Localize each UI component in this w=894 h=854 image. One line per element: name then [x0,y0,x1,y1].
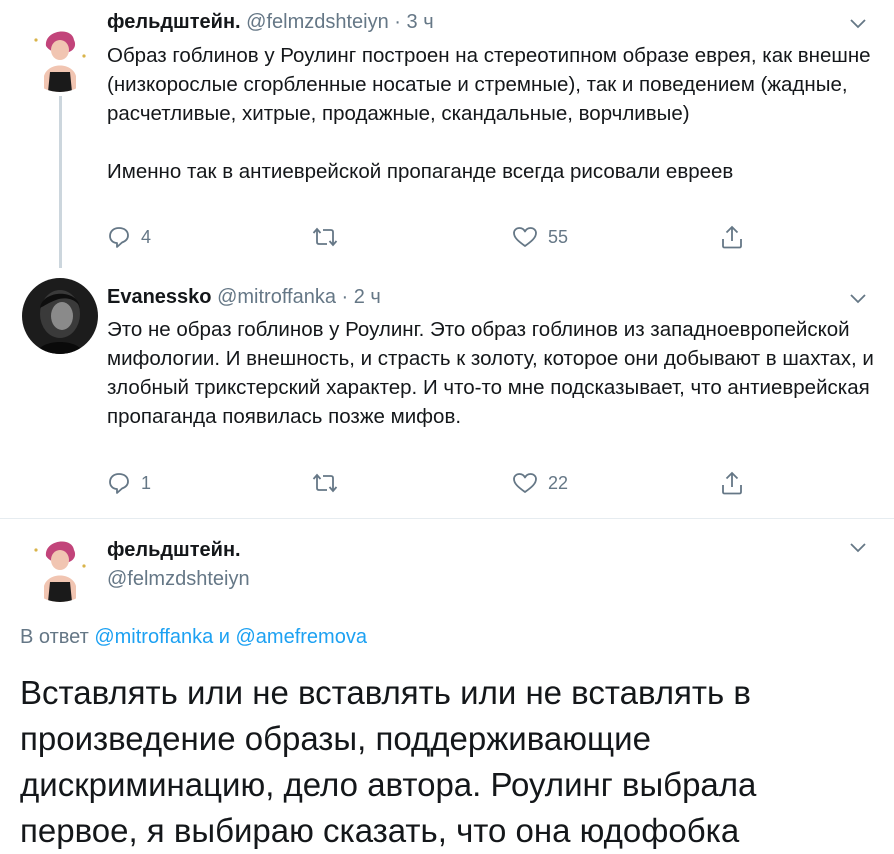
retweet-icon [312,473,338,493]
retweet-button[interactable] [312,222,348,252]
like-button[interactable]: 55 [512,222,568,252]
reply-count: 1 [141,472,152,493]
reply-button[interactable]: 4 [107,222,151,252]
retweet-icon [312,227,338,247]
like-count: 55 [548,226,569,247]
avatar[interactable] [22,16,98,92]
tweet-actions: 4 55 [107,222,767,252]
reply-context: В ответ @mitroffanka и @amefremova [20,626,367,649]
mention-link[interactable]: @amefremova [236,626,367,648]
chevron-down-icon[interactable] [848,16,868,30]
tweet-actions: 1 22 [107,468,767,498]
author-handle[interactable]: @felmzdshteiyn [107,568,250,591]
reply-icon [109,227,129,248]
separator-dot: · [341,286,349,308]
reply-and: и [218,626,230,648]
share-button[interactable] [720,222,744,252]
author-name[interactable]: Evanessko [107,286,212,308]
author-handle[interactable]: @felmzdshteiyn [246,11,389,33]
author-name[interactable]: фельдштейн. [107,539,250,562]
chevron-down-icon[interactable] [848,291,868,305]
main-tweet-text: Вставлять или не вставлять или не вставл… [20,674,757,849]
tweet-text: Это не образ гоблинов у Роулинг. Это обр… [107,318,874,428]
retweet-button[interactable] [312,468,348,498]
tweet-text: Образ гоблинов у Роулинг построен на сте… [107,44,871,183]
avatar-illustration [22,526,98,602]
avatar[interactable] [22,526,98,602]
share-icon [722,471,742,495]
reply-prefix: В ответ [20,626,89,648]
like-button[interactable]: 22 [512,468,568,498]
share-button[interactable] [720,468,744,498]
share-icon [722,225,742,249]
avatar[interactable] [22,278,98,354]
timestamp[interactable]: 3 ч [407,11,434,33]
heart-icon [513,227,537,247]
thread-line [59,96,62,268]
timestamp[interactable]: 2 ч [354,286,381,308]
avatar-photo [22,278,98,354]
like-count: 22 [548,472,569,493]
author-handle[interactable]: @mitroffanka [217,286,336,308]
separator-dot: · [394,11,401,33]
mention-link[interactable]: @mitroffanka [94,626,213,648]
chevron-down-icon[interactable] [848,540,868,554]
avatar-illustration [22,16,98,92]
reply-count: 4 [141,226,152,247]
divider [0,518,894,519]
reply-button[interactable]: 1 [107,468,151,498]
author-name[interactable]: фельдштейн. [107,11,241,33]
reply-icon [109,473,129,494]
heart-icon [513,473,537,493]
